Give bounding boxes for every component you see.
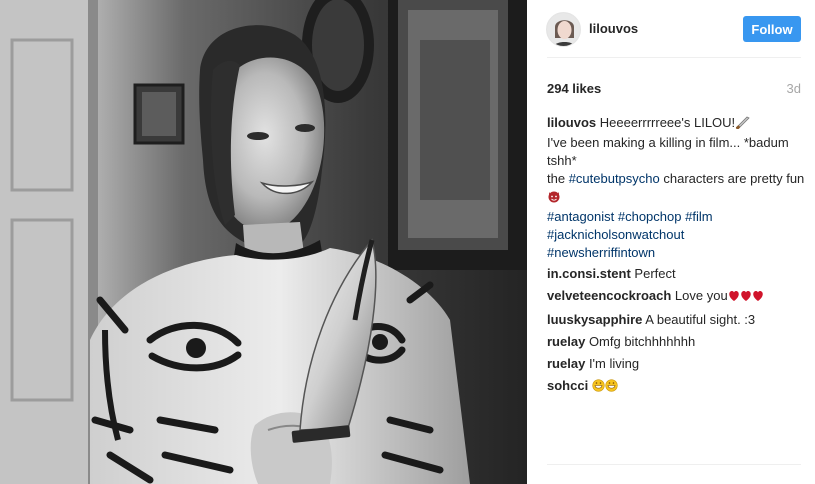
hashtag-link[interactable]: #chopchop <box>618 209 682 224</box>
likes-count[interactable]: 294 likes <box>547 81 601 96</box>
comment-username[interactable]: ruelay <box>547 334 585 349</box>
comment: sohcci <box>547 377 805 397</box>
post-age[interactable]: 3d <box>787 81 801 96</box>
comment-text: Omfg bitchhhhhhh <box>588 334 696 349</box>
caption-username[interactable]: lilouvos <box>547 115 596 130</box>
comments-list: lilouvos Heeeerrrrreee's LILOU! I've bee… <box>547 114 805 401</box>
comment-text: Love you <box>674 288 728 303</box>
post-photo[interactable] <box>0 0 527 484</box>
instagram-post: lilouvos Follow 294 likes 3d lilouvos He… <box>0 0 815 484</box>
hashtag-link[interactable]: #newsherriffintown <box>547 245 655 260</box>
devil-emoji-icon <box>547 189 561 208</box>
caption-line-1: Heeeerrrrreee's LILOU! <box>599 115 736 130</box>
hashtag-link[interactable]: #jacknicholsonwatchout <box>547 227 684 242</box>
avatar[interactable] <box>546 12 581 47</box>
comment: in.consi.stent Perfect <box>547 265 805 283</box>
comment: luuskysapphire A beautiful sight. :3 <box>547 311 805 329</box>
comment: ruelay Omfg bitchhhhhhh <box>547 333 805 351</box>
hearts-emoji-icon <box>728 289 764 307</box>
divider <box>547 464 801 465</box>
caption-line-3-pre: the <box>547 171 569 186</box>
comment-username[interactable]: in.consi.stent <box>547 266 631 281</box>
post-header: lilouvos Follow <box>527 0 815 58</box>
post-sidebar: lilouvos Follow 294 likes 3d lilouvos He… <box>527 0 815 484</box>
comment-text: A beautiful sight. :3 <box>645 312 756 327</box>
caption-line-2: I've been making a killing in film... *b… <box>547 135 789 168</box>
comment-text: I'm living <box>588 356 640 371</box>
comment-username[interactable]: sohcci <box>547 378 588 393</box>
hashtag-link[interactable]: #film <box>685 209 712 224</box>
comment-username[interactable]: velveteencockroach <box>547 288 671 303</box>
caption: lilouvos Heeeerrrrreee's LILOU! I've bee… <box>547 114 805 262</box>
comment-username[interactable]: ruelay <box>547 356 585 371</box>
comment-username[interactable]: luuskysapphire <box>547 312 642 327</box>
comment: ruelay I'm living <box>547 355 805 373</box>
caption-line-3-post: characters are pretty fun <box>659 171 805 186</box>
comment-text: Perfect <box>634 266 676 281</box>
follow-button[interactable]: Follow <box>743 16 801 42</box>
photo-image <box>0 0 527 484</box>
avatar-image <box>547 13 580 46</box>
knife-emoji-icon <box>735 115 751 134</box>
grin-emoji-icon <box>592 379 618 397</box>
header-username[interactable]: lilouvos <box>589 21 638 36</box>
comment: velveteencockroach Love you <box>547 287 805 307</box>
hashtag-link[interactable]: #cutebutpsycho <box>569 171 660 186</box>
divider <box>547 57 801 58</box>
hashtag-link[interactable]: #antagonist <box>547 209 614 224</box>
